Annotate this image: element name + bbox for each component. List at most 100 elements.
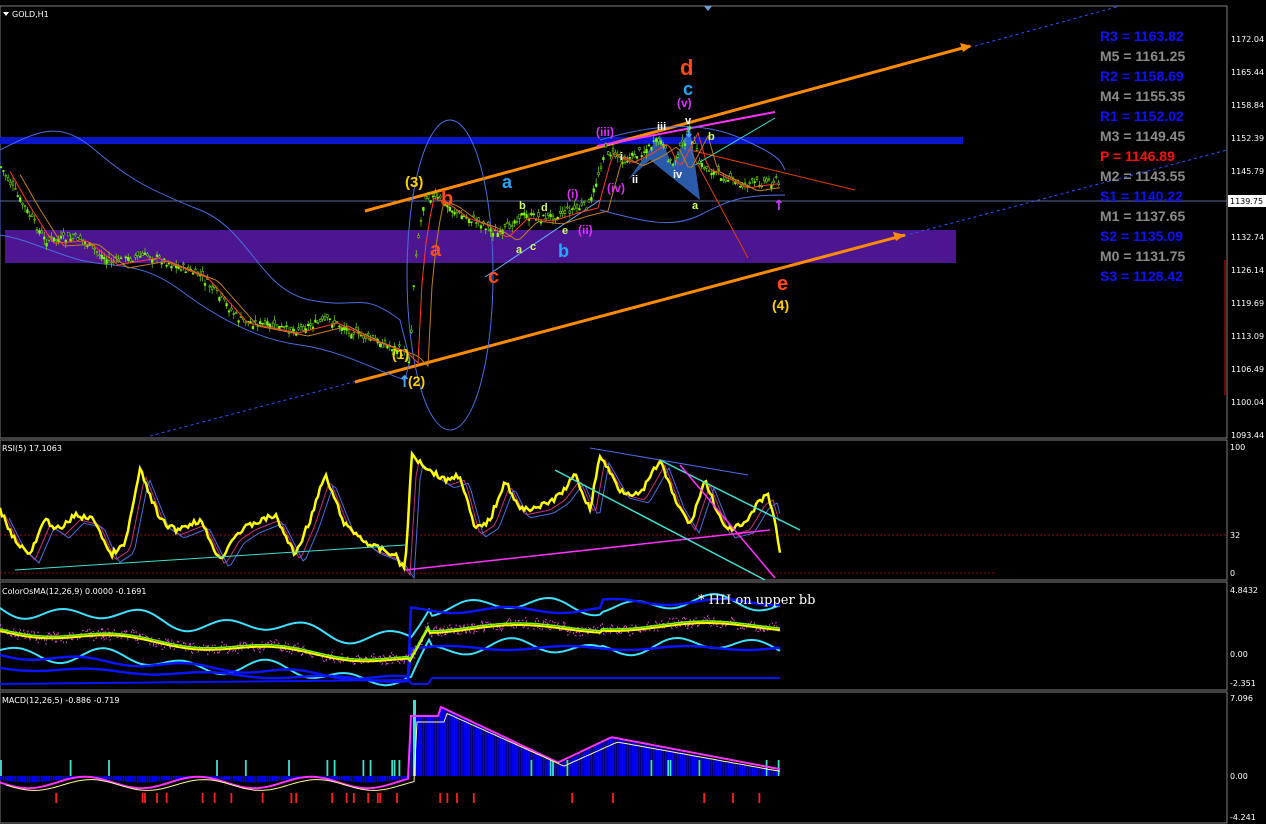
macd-bar [31,776,34,783]
macd-bar [156,776,158,782]
candle-body [182,263,185,266]
wave-a-blue: a [502,172,513,192]
macd-bar [746,765,749,776]
macd-bar [684,753,686,776]
candle-body [407,361,411,364]
macd-bar [285,776,288,780]
macd-bar [734,763,737,776]
candle-body [93,247,96,250]
candle-body [724,177,727,182]
macd-bar [420,716,422,776]
candle-body [59,235,63,239]
wave-e-red: e [777,273,788,295]
macd-bar [4,776,7,781]
candle-body [223,297,226,300]
macd-bar [662,748,665,776]
candle-body [561,211,564,214]
macd-bar [225,776,228,781]
svg-text:b: b [519,200,526,212]
chart-window[interactable]: GOLD,H1 ↑ ↓ ↑ (3) (1) (2) (4) a b c d e … [0,0,1266,824]
candle-body [307,323,310,327]
candle-body [139,256,142,258]
macd-bar [739,764,742,776]
macd-bar [576,755,578,776]
macd-bar [453,713,456,776]
svg-text:v: v [685,115,692,127]
macd-bar [468,720,470,776]
candle-body [19,197,22,202]
main-pane[interactable] [0,5,1228,439]
candle-body [599,166,603,169]
macd-bar [614,739,617,776]
macd-color-bar [290,793,293,803]
macd-bar [717,759,720,776]
candle-body [755,176,759,180]
macd-bar [273,776,276,782]
macd-bar [50,776,53,781]
macd-bar [28,776,31,783]
macd-bar [235,776,238,782]
candle-body [568,210,571,214]
macd-bar [381,776,384,782]
macd-bar [516,744,518,776]
macd-bar [422,716,425,776]
macd-color-bar [650,760,653,776]
macd-color-bar [230,793,233,803]
candle-body [640,155,643,157]
pivot-label: S1 = 1140.22 [1100,188,1183,204]
macd-bar [451,712,454,776]
macd-color-bar [295,793,298,803]
macd-bar [597,744,600,776]
candle-body [453,212,456,215]
macd-bar [595,745,598,776]
candle-body [110,261,113,264]
macd-bar [160,776,163,782]
macd-bar [36,776,38,783]
macd-bar [609,738,612,776]
macd-bar [417,716,420,776]
macd-bar [484,728,487,776]
candle-body [16,195,19,197]
candle-body [343,327,346,330]
macd-bar [643,744,646,776]
candle-body [415,254,418,257]
macd-bar [62,776,65,780]
candle-body [683,143,687,146]
candle-body [587,199,591,203]
macd-bar [117,776,120,781]
svg-text:iii: iii [657,121,666,133]
candle-body [549,214,552,218]
candle-body [62,232,65,236]
macd-bar [52,776,55,781]
candle-body [518,214,521,219]
macd-bar [753,766,756,776]
macd-bar [724,761,727,776]
candle-body [532,213,535,216]
macd-bar [592,747,595,776]
macd-bar [504,738,506,776]
macd-bar [508,740,511,776]
candle-body [33,218,36,221]
macd-bar [9,776,12,782]
candle-body [739,186,742,188]
pivot-label: M2 = 1143.55 [1100,168,1185,184]
candle-body [631,152,634,156]
macd-header: MACD(12,26,5) -0.886 -0.719 [2,696,119,705]
macd-bar [463,718,466,776]
candle-body [727,180,730,182]
macd-bar [112,776,115,781]
candle-body [9,181,12,186]
wave-d-red: d [680,55,693,80]
candle-body [381,343,384,348]
macd-color-bar [396,793,398,803]
macd-color-bar [566,760,569,776]
candle-body [578,208,581,211]
macd-bar [736,763,739,776]
macd-color-bar [201,793,204,803]
candle-body [422,207,425,211]
candle-body [323,316,327,321]
pivot-label: P = 1146.89 [1100,148,1175,164]
macd-bar [223,776,226,780]
candle-body [571,208,574,210]
candle-body [566,206,569,209]
